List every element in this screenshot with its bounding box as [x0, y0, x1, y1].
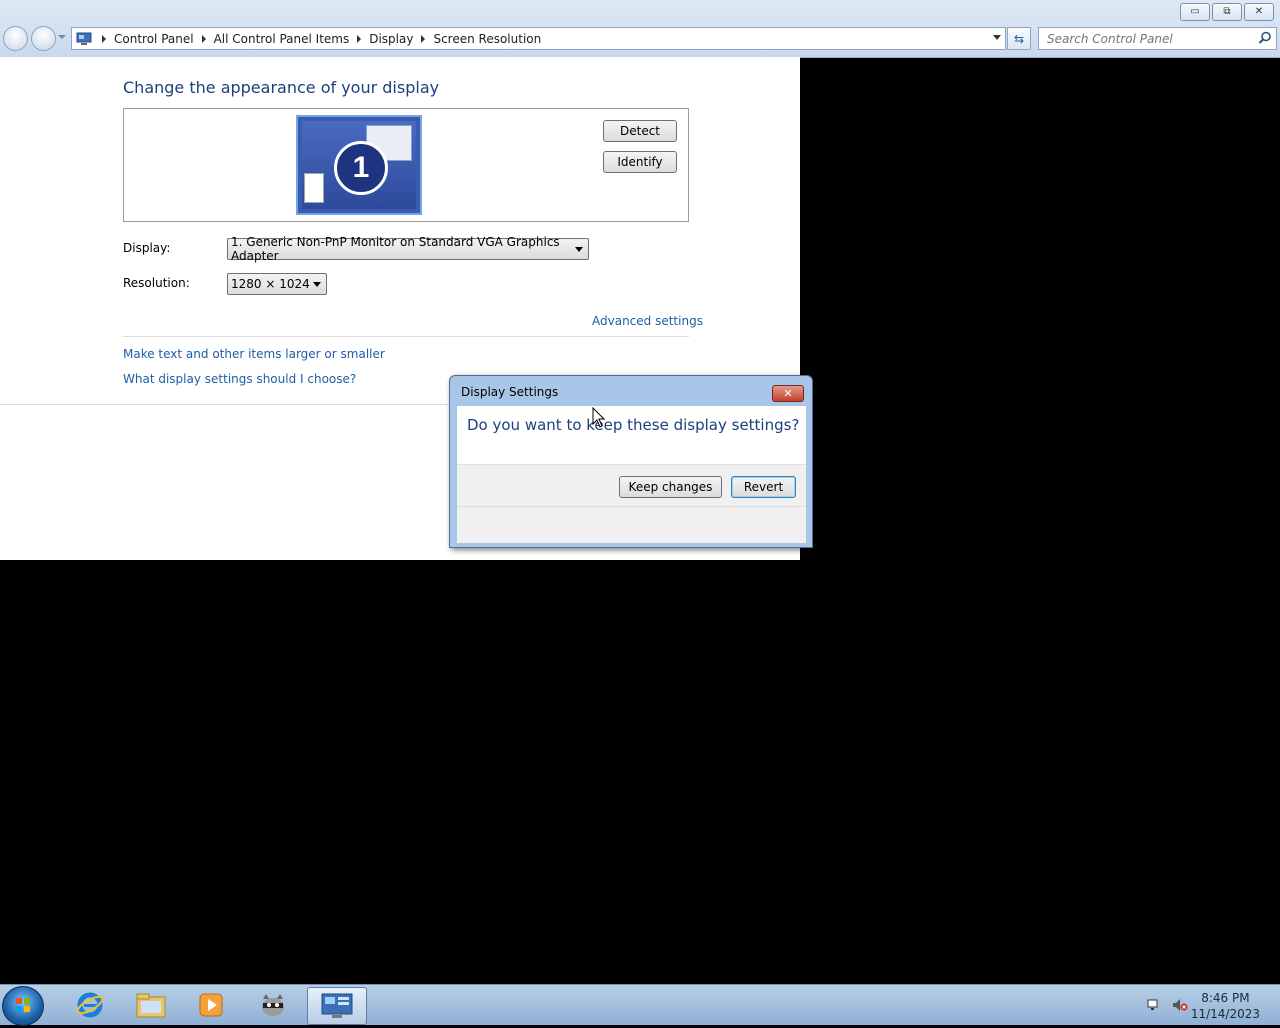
- page-title: Change the appearance of your display: [123, 78, 440, 97]
- windows-logo-icon: [16, 998, 30, 1012]
- detect-button[interactable]: Detect: [603, 120, 677, 142]
- taskbar-clock[interactable]: 8:46 PM 11/14/2023: [1191, 990, 1260, 1022]
- monitor-1-thumbnail[interactable]: 1: [296, 115, 422, 215]
- dialog-body: Do you want to keep these display settin…: [457, 406, 806, 543]
- network-icon[interactable]: [1146, 998, 1162, 1012]
- taskbar-raccoon-app[interactable]: [245, 987, 301, 1023]
- breadcrumb-display[interactable]: Display: [365, 32, 417, 46]
- breadcrumb-separator[interactable]: [102, 34, 106, 43]
- breadcrumb-screen-resolution[interactable]: Screen Resolution: [429, 32, 545, 46]
- breadcrumb-control-panel[interactable]: Control Panel: [110, 32, 198, 46]
- text-size-link[interactable]: Make text and other items larger or smal…: [123, 347, 385, 361]
- breadcrumb-separator[interactable]: [421, 34, 426, 43]
- recent-pages-dropdown[interactable]: [58, 35, 66, 39]
- refresh-button[interactable]: ⇆: [1007, 27, 1031, 50]
- dialog-title: Display Settings: [461, 385, 559, 399]
- monitor-arrangement-area: 1 Detect Identify: [123, 108, 689, 222]
- display-label: Display:: [123, 241, 171, 255]
- display-settings-dialog: Display Settings ✕ Do you want to keep t…: [449, 375, 813, 548]
- clock-time: 8:46 PM: [1201, 991, 1250, 1005]
- minimize-button[interactable]: ▭: [1180, 3, 1210, 21]
- taskbar-internet-explorer[interactable]: [62, 987, 118, 1023]
- mouse-cursor-icon: [592, 407, 606, 428]
- search-box[interactable]: [1038, 27, 1277, 50]
- keep-changes-button[interactable]: Keep changes: [619, 476, 722, 498]
- search-input[interactable]: [1045, 28, 1249, 49]
- dialog-footer-divider: [457, 506, 806, 507]
- taskbar-windows-explorer[interactable]: [123, 987, 179, 1023]
- window-chrome: ▭ ⧉ ✕ Control Panel All Control Panel It…: [0, 0, 1280, 58]
- display-help-link[interactable]: What display settings should I choose?: [123, 372, 356, 386]
- control-panel-icon: [76, 32, 92, 45]
- control-panel-icon: [321, 993, 353, 1018]
- breadcrumb-separator[interactable]: [357, 34, 362, 43]
- volume-muted-icon[interactable]: [1172, 998, 1188, 1012]
- taskbar: 8:46 PM 11/14/2023: [0, 984, 1280, 1026]
- document-preview-icon: [304, 173, 324, 203]
- advanced-settings-link[interactable]: Advanced settings: [592, 314, 703, 328]
- resolution-select[interactable]: 1280 × 1024: [227, 273, 327, 295]
- close-window-button[interactable]: ✕: [1244, 3, 1274, 21]
- breadcrumb-all-items[interactable]: All Control Panel Items: [210, 32, 354, 46]
- chevron-down-icon: [313, 282, 321, 287]
- identify-button[interactable]: Identify: [603, 151, 677, 173]
- dialog-close-button[interactable]: ✕: [772, 385, 804, 402]
- media-player-icon: [199, 993, 223, 1017]
- folder-icon: [136, 993, 166, 1018]
- clock-date: 11/14/2023: [1190, 1007, 1260, 1021]
- back-button[interactable]: [3, 26, 28, 51]
- restore-button[interactable]: ⧉: [1212, 3, 1242, 21]
- address-bar[interactable]: Control Panel All Control Panel Items Di…: [71, 27, 1006, 50]
- monitor-number: 1: [334, 141, 388, 195]
- dialog-question: Do you want to keep these display settin…: [467, 416, 800, 434]
- search-icon[interactable]: [1258, 31, 1272, 45]
- resolution-select-value: 1280 × 1024: [231, 277, 310, 291]
- start-button[interactable]: [2, 986, 44, 1026]
- raccoon-icon: [262, 994, 284, 1016]
- forward-button[interactable]: [31, 26, 56, 51]
- divider: [123, 336, 689, 337]
- dialog-button-row: Keep changes Revert: [457, 464, 806, 543]
- address-history-dropdown[interactable]: [993, 35, 1001, 40]
- display-select-value: 1. Generic Non-PnP Monitor on Standard V…: [231, 235, 560, 263]
- breadcrumb-separator[interactable]: [201, 34, 206, 43]
- window-controls: ▭ ⧉ ✕: [1180, 3, 1274, 21]
- revert-button[interactable]: Revert: [731, 476, 796, 498]
- chevron-down-icon: [575, 247, 583, 252]
- taskbar-media-player[interactable]: [183, 987, 239, 1023]
- refresh-icon: ⇆: [1013, 31, 1025, 46]
- resolution-label: Resolution:: [123, 276, 190, 290]
- internet-explorer-icon: [76, 992, 104, 1018]
- display-select[interactable]: 1. Generic Non-PnP Monitor on Standard V…: [227, 235, 589, 263]
- taskbar-control-panel[interactable]: [307, 987, 367, 1025]
